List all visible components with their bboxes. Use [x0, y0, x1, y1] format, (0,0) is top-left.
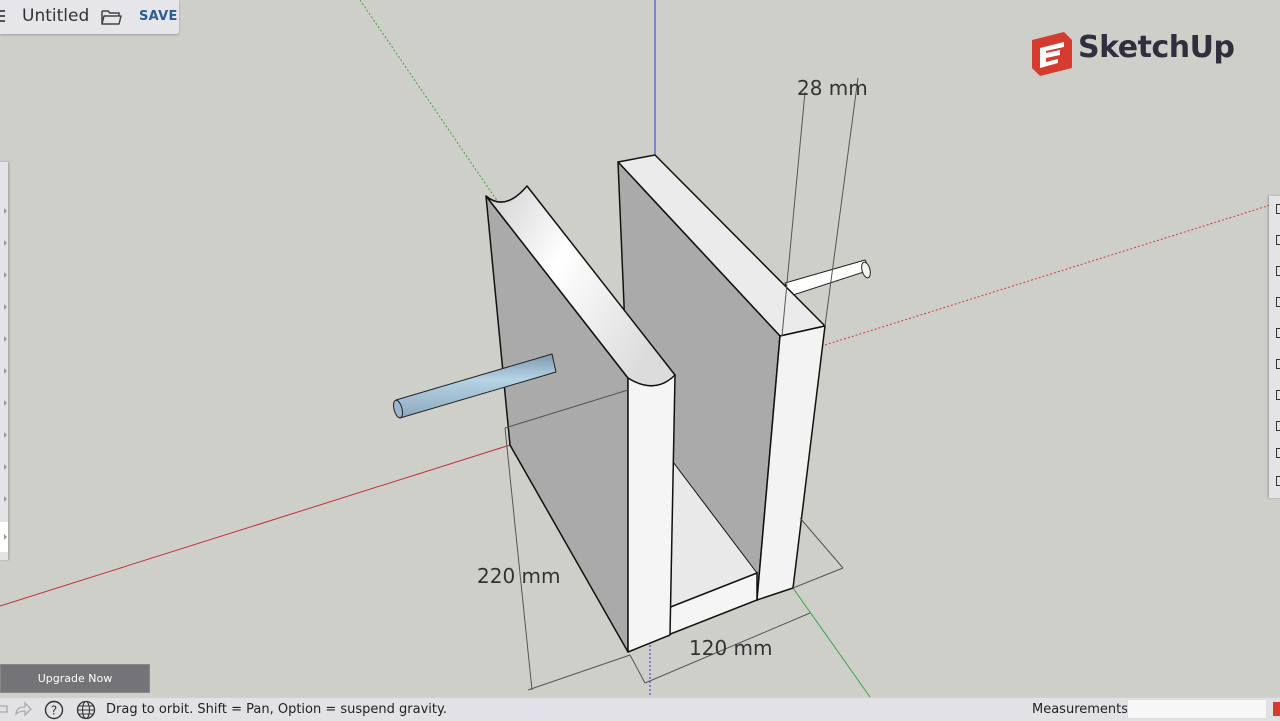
sketchup-logo: SketchUp: [1032, 30, 1235, 65]
document-title[interactable]: Untitled: [22, 6, 89, 26]
expand-arrow-icon: [4, 336, 7, 342]
left-tool-tray: [0, 162, 8, 560]
expand-arrow-icon: [4, 304, 7, 310]
expand-arrow-icon: [4, 400, 7, 406]
tool-line[interactable]: [0, 260, 8, 290]
materials-icon[interactable]: [1276, 297, 1280, 307]
measurements-flag-icon: [1273, 702, 1280, 716]
expand-arrow-icon: [4, 208, 7, 214]
hamburger-icon[interactable]: [0, 10, 5, 24]
undo-icon[interactable]: [0, 700, 12, 720]
layers-icon[interactable]: [1276, 359, 1280, 369]
status-hint: Drag to orbit. Shift = Pan, Option = sus…: [106, 702, 447, 717]
help-icon[interactable]: ?: [44, 700, 64, 720]
tool-orbit[interactable]: [0, 522, 8, 552]
tool-arc[interactable]: [0, 292, 8, 322]
outliner-icon[interactable]: [1276, 476, 1280, 486]
red-axis-dotted: [824, 201, 1280, 346]
redo-icon[interactable]: [13, 700, 33, 720]
tool-shape[interactable]: [0, 324, 8, 354]
components-icon[interactable]: [1276, 266, 1280, 276]
save-button[interactable]: SAVE: [139, 9, 178, 24]
expand-arrow-icon: [4, 240, 7, 246]
expand-arrow-icon: [4, 534, 7, 540]
views-icon[interactable]: [1276, 448, 1280, 458]
svg-text:?: ?: [51, 704, 57, 718]
expand-arrow-icon: [4, 368, 7, 374]
display-icon[interactable]: [1276, 421, 1280, 431]
tool-paint-bucket[interactable]: [0, 452, 8, 482]
expand-arrow-icon: [4, 496, 7, 502]
tool-text[interactable]: [0, 484, 8, 514]
entity-info-icon[interactable]: [1276, 204, 1280, 214]
tool-tape-measure[interactable]: [0, 420, 8, 450]
tool-select[interactable]: [0, 196, 8, 226]
green-axis-dotted: [359, 0, 501, 206]
expand-arrow-icon: [4, 272, 7, 278]
geo-location-icon[interactable]: [76, 700, 96, 720]
right-panel-tray: [1269, 196, 1280, 498]
tool-eraser[interactable]: [0, 228, 8, 258]
model-viewport[interactable]: [0, 0, 1280, 720]
expand-arrow-icon: [4, 432, 7, 438]
measurements-input[interactable]: [1127, 699, 1267, 719]
red-axis: [0, 444, 511, 607]
measurements-label: Measurements: [1032, 702, 1129, 717]
styles-icon[interactable]: [1276, 328, 1280, 338]
instructor-icon[interactable]: [1276, 235, 1280, 245]
folder-icon[interactable]: [100, 7, 122, 27]
dimension-label-width: 120 mm: [689, 636, 773, 660]
scenes-icon[interactable]: [1276, 390, 1280, 400]
green-axis: [792, 587, 871, 698]
dimension-label-height: 220 mm: [477, 564, 561, 588]
tool-move[interactable]: [0, 388, 8, 418]
upgrade-now-button[interactable]: Upgrade Now: [0, 664, 150, 693]
top-toolbar: Untitled SAVE: [0, 0, 179, 34]
status-bar: ? Drag to orbit. Shift = Pan, Option = s…: [0, 697, 1280, 721]
tool-push-pull[interactable]: [0, 356, 8, 386]
dimension-label-thickness: 28 mm: [797, 76, 868, 100]
expand-arrow-icon: [4, 464, 7, 470]
app-name: SketchUp: [1078, 30, 1235, 65]
